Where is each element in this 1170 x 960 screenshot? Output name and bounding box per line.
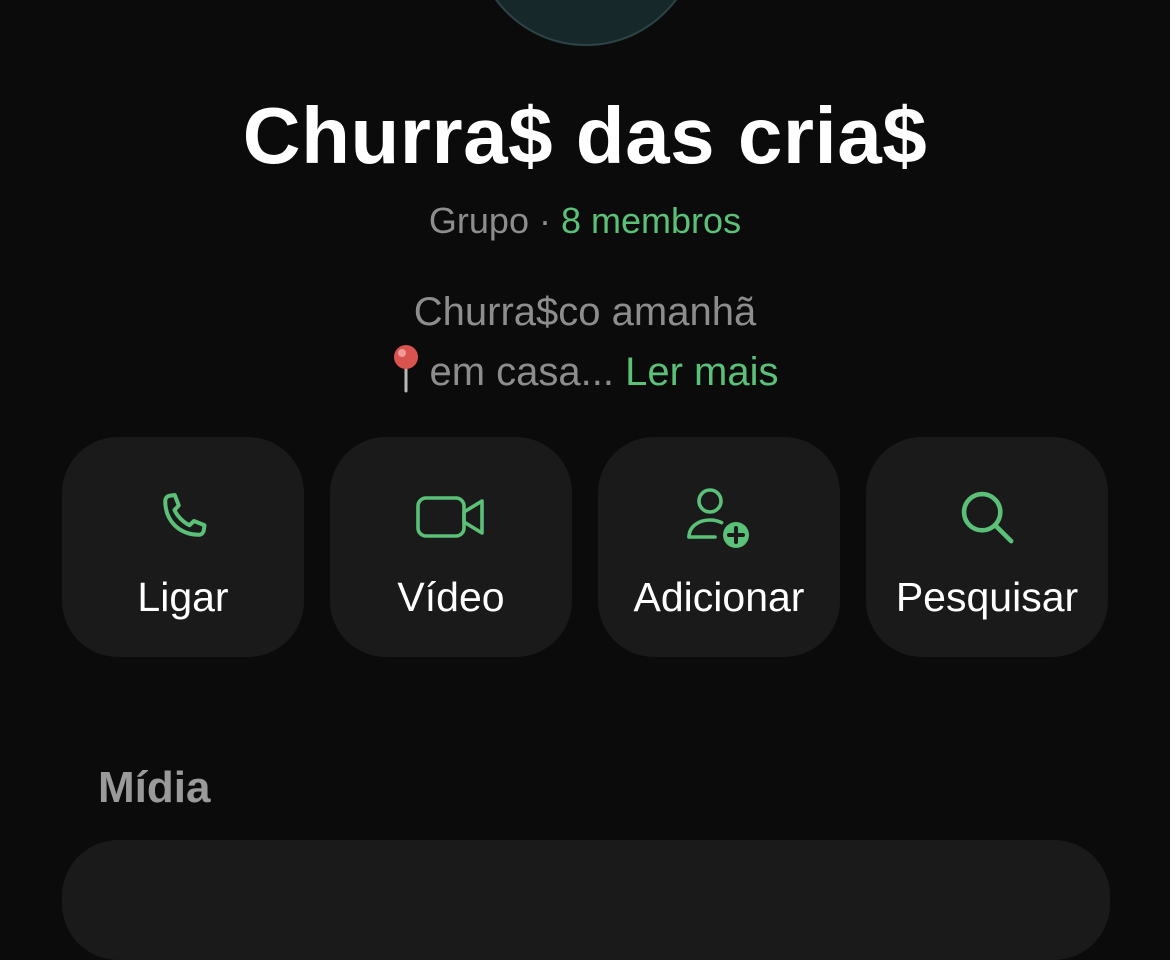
search-button-label: Pesquisar (895, 574, 1079, 620)
group-type-label: Grupo (428, 200, 529, 241)
call-button[interactable]: Ligar (62, 437, 304, 657)
video-camera-icon (330, 483, 572, 551)
description-line-1: Churra$co amanhã (413, 290, 757, 334)
group-description: Churra$co amanhã em casa... Ler mais (0, 282, 1170, 402)
call-button-label: Ligar (137, 574, 229, 620)
group-avatar[interactable] (473, 0, 699, 46)
round-pushpin-icon (391, 343, 421, 393)
add-member-button[interactable]: Adicionar (598, 437, 840, 657)
action-buttons-row: Ligar Vídeo Adicionar Pesquisar (62, 437, 1110, 657)
add-person-icon (598, 483, 840, 551)
group-subtitle: Grupo · 8 membros (0, 199, 1170, 243)
group-name: Churra$ das cria$ (242, 91, 928, 180)
media-card[interactable] (62, 840, 1110, 960)
media-section-title: Mídia (98, 763, 211, 812)
search-button[interactable]: Pesquisar (866, 437, 1108, 657)
read-more-link[interactable]: Ler mais (625, 350, 778, 394)
video-call-button[interactable]: Vídeo (330, 437, 572, 657)
add-member-button-label: Adicionar (633, 574, 805, 620)
video-call-button-label: Vídeo (397, 574, 505, 620)
members-count-link[interactable]: 8 membros (561, 200, 741, 241)
search-icon (866, 483, 1108, 551)
description-line-2-row: em casa... Ler mais (0, 342, 1170, 402)
subtitle-separator: · (539, 200, 551, 241)
description-line-2: em casa... (429, 350, 614, 394)
phone-icon (62, 483, 304, 551)
